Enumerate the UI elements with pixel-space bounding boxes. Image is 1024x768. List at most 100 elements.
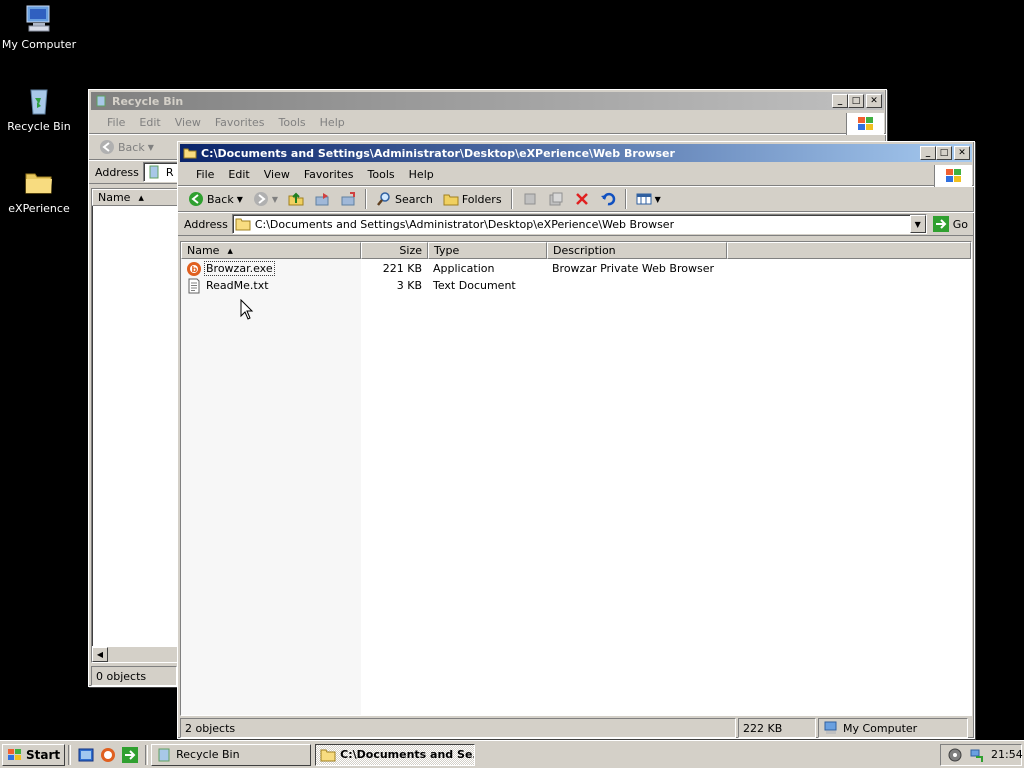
address-dropdown-button[interactable]: ▼ bbox=[909, 215, 926, 233]
column-label: Name bbox=[187, 244, 220, 257]
search-button[interactable]: Search bbox=[372, 188, 437, 210]
menu-file[interactable]: File bbox=[178, 168, 221, 181]
file-size: 221 KB bbox=[382, 262, 422, 275]
menu-tools[interactable]: Tools bbox=[361, 168, 402, 181]
column-header-spacer bbox=[727, 242, 971, 259]
my-computer-icon bbox=[23, 2, 55, 34]
recycle-bin-icon bbox=[146, 164, 162, 180]
file-row[interactable]: b Browzar.exe 221 KB Application Browzar… bbox=[181, 260, 971, 277]
chevron-down-icon: ▼ bbox=[271, 194, 279, 204]
menu-view[interactable]: View bbox=[257, 168, 297, 181]
status-bar: 2 objects 222 KB My Computer bbox=[180, 718, 968, 738]
minimize-button[interactable]: _ bbox=[832, 94, 848, 108]
move-to-icon bbox=[314, 191, 330, 207]
taskbar-separator bbox=[145, 744, 149, 765]
column-header-name[interactable]: Name ▲ bbox=[181, 242, 361, 259]
start-button[interactable]: Start bbox=[2, 743, 66, 766]
address-label: Address bbox=[184, 217, 228, 231]
minimize-button[interactable]: _ bbox=[920, 146, 936, 160]
close-button[interactable]: ✕ bbox=[954, 146, 970, 160]
desktop-icon-recycle-bin[interactable]: Recycle Bin bbox=[0, 84, 78, 133]
status-bar: 0 objects bbox=[91, 666, 177, 686]
back-button[interactable]: Back ▼ bbox=[184, 188, 247, 210]
title-bar[interactable]: C:\Documents and Settings\Administrator\… bbox=[180, 144, 972, 162]
chevron-down-icon: ▼ bbox=[147, 142, 154, 152]
tray-app-icon[interactable] bbox=[947, 747, 963, 763]
scroll-left-icon[interactable]: ◀ bbox=[92, 647, 108, 662]
menu-help[interactable]: Help bbox=[402, 168, 441, 181]
file-size: 3 KB bbox=[396, 279, 422, 292]
file-list[interactable]: Name ▲ ◀ bbox=[91, 188, 179, 663]
folders-button[interactable]: Folders bbox=[439, 188, 506, 210]
move-to-button[interactable] bbox=[310, 188, 334, 210]
delete-button[interactable] bbox=[570, 188, 594, 210]
folders-label: Folders bbox=[461, 192, 502, 206]
column-header-name[interactable]: Name ▲ bbox=[92, 189, 178, 206]
menu-favorites[interactable]: Favorites bbox=[208, 116, 272, 129]
copy-to-button[interactable] bbox=[336, 188, 360, 210]
copy-to-icon bbox=[340, 191, 356, 207]
move-to-button-2[interactable] bbox=[518, 188, 542, 210]
maximize-button[interactable]: □ bbox=[936, 146, 952, 160]
back-button[interactable]: Back ▼ bbox=[95, 136, 158, 158]
title-bar[interactable]: Recycle Bin _ □ ✕ bbox=[91, 92, 884, 110]
windows-logo-icon bbox=[846, 113, 884, 135]
copy-to-button-2[interactable] bbox=[544, 188, 568, 210]
column-label: Size bbox=[399, 244, 422, 257]
status-objects: 2 objects bbox=[180, 718, 736, 738]
copy-to-folder-icon bbox=[548, 191, 564, 207]
toolbar-separator bbox=[365, 189, 368, 209]
browzar-app-icon: b bbox=[186, 261, 202, 277]
address-value: C:\Documents and Settings\Administrator\… bbox=[254, 217, 675, 231]
file-name: ReadMe.txt bbox=[206, 279, 269, 292]
svg-text:b: b bbox=[192, 265, 198, 274]
back-arrow-icon bbox=[188, 191, 204, 207]
file-type: Text Document bbox=[433, 279, 516, 292]
menu-edit[interactable]: Edit bbox=[132, 116, 167, 129]
my-computer-icon bbox=[823, 720, 839, 736]
horizontal-scrollbar[interactable]: ◀ bbox=[92, 646, 178, 662]
desktop-icon-experience[interactable]: eXPerience bbox=[0, 166, 78, 215]
desktop-icon-label: Recycle Bin bbox=[7, 120, 71, 133]
browzar-app-icon[interactable] bbox=[100, 747, 116, 763]
go-button[interactable]: Go bbox=[927, 214, 974, 234]
file-row[interactable]: ReadMe.txt 3 KB Text Document bbox=[181, 277, 971, 294]
menu-file[interactable]: File bbox=[89, 116, 132, 129]
column-header-type[interactable]: Type bbox=[428, 242, 547, 259]
sort-arrow-icon: ▲ bbox=[138, 193, 144, 202]
menu-favorites[interactable]: Favorites bbox=[297, 168, 361, 181]
menu-tools[interactable]: Tools bbox=[272, 116, 313, 129]
menu-view[interactable]: View bbox=[168, 116, 208, 129]
maximize-button[interactable]: □ bbox=[848, 94, 864, 108]
up-folder-button[interactable] bbox=[284, 188, 308, 210]
task-explorer[interactable]: C:\Documents and Se... bbox=[315, 743, 476, 766]
show-desktop-icon[interactable] bbox=[78, 747, 94, 763]
window-title: Recycle Bin bbox=[112, 94, 184, 108]
menu-edit[interactable]: Edit bbox=[221, 168, 256, 181]
network-icon[interactable] bbox=[969, 747, 985, 763]
task-recycle-bin[interactable]: Recycle Bin bbox=[151, 743, 312, 766]
file-list[interactable]: Name ▲ Size Type Description b Browzar.ex… bbox=[180, 241, 972, 716]
go-arrow-icon bbox=[932, 216, 949, 232]
window-title: C:\Documents and Settings\Administrator\… bbox=[201, 146, 675, 160]
menu-help[interactable]: Help bbox=[313, 116, 352, 129]
address-bar: Address C:\Documents and Settings\Admini… bbox=[178, 212, 974, 236]
address-label: Address bbox=[95, 165, 139, 179]
mouse-cursor-icon bbox=[240, 298, 254, 324]
desktop-icon-my-computer[interactable]: My Computer bbox=[0, 2, 78, 51]
undo-button[interactable] bbox=[596, 188, 620, 210]
chevron-down-icon[interactable]: ▼ bbox=[237, 195, 243, 204]
address-input[interactable]: C:\Documents and Settings\Administrator\… bbox=[231, 214, 927, 234]
toolbar: Back ▼ ▼ Search Folders ▼ bbox=[178, 186, 974, 212]
close-button[interactable]: ✕ bbox=[866, 94, 882, 108]
column-header-size[interactable]: Size bbox=[361, 242, 428, 259]
clock[interactable]: 21:54 bbox=[991, 748, 1023, 761]
sort-arrow-icon: ▲ bbox=[227, 246, 233, 255]
forward-button[interactable]: ▼ bbox=[249, 188, 282, 210]
go-label: Go bbox=[952, 217, 968, 231]
search-icon bbox=[376, 191, 392, 207]
views-button[interactable]: ▼ bbox=[632, 188, 665, 210]
go-arrow-icon[interactable] bbox=[122, 746, 139, 763]
column-header-description[interactable]: Description bbox=[547, 242, 727, 259]
status-size: 222 KB bbox=[738, 718, 816, 738]
